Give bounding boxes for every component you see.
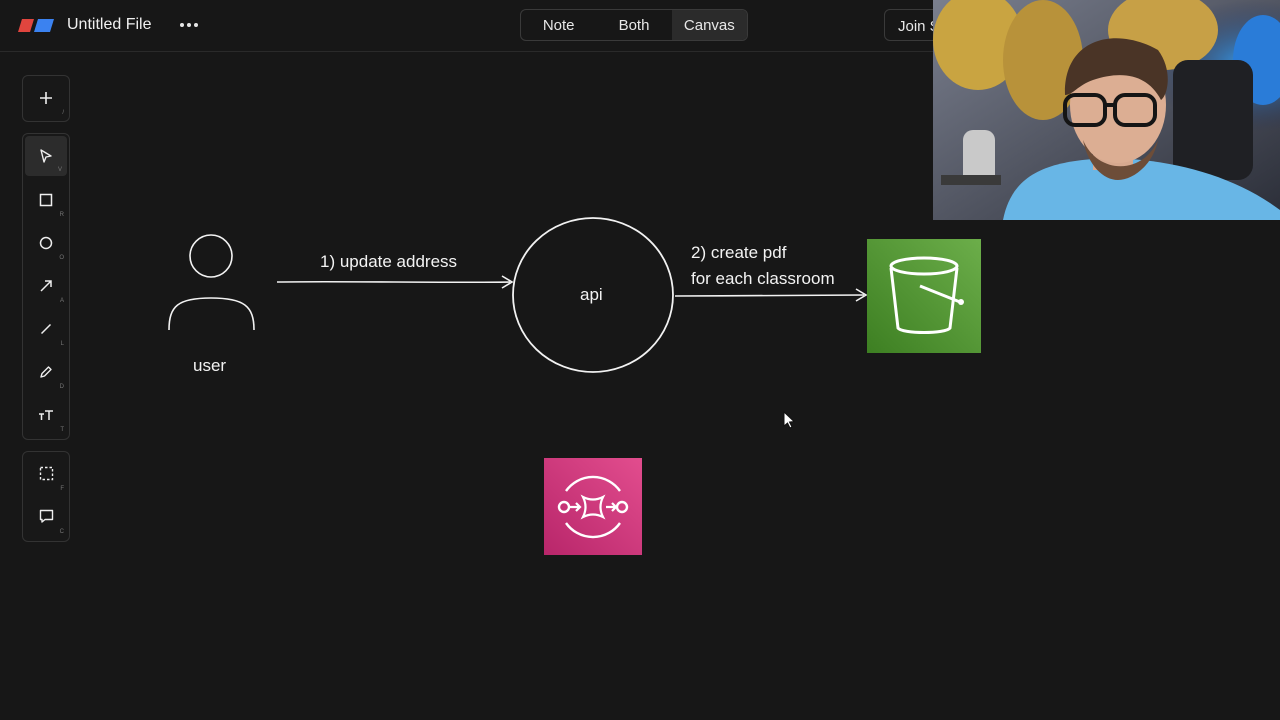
sqs-queue-icon[interactable] xyxy=(544,458,642,555)
s3-bucket-icon[interactable] xyxy=(867,239,981,353)
arrow1-label[interactable]: 1) update address xyxy=(320,249,457,275)
more-options-icon[interactable] xyxy=(178,14,200,36)
user-figure-icon[interactable] xyxy=(168,234,255,331)
arrow2-label-line2[interactable]: for each classroom xyxy=(691,266,835,292)
view-mode-both[interactable]: Both xyxy=(596,10,671,40)
view-mode-note[interactable]: Note xyxy=(521,10,596,40)
user-label[interactable]: user xyxy=(193,353,226,379)
api-label[interactable]: api xyxy=(580,282,603,308)
arrow-user-to-api[interactable] xyxy=(276,275,514,289)
view-mode-canvas[interactable]: Canvas xyxy=(671,10,747,40)
webcam-feed-icon xyxy=(933,0,1280,220)
webcam-overlay xyxy=(933,0,1280,220)
view-mode-switch: Note Both Canvas xyxy=(520,9,748,41)
mouse-cursor-icon xyxy=(783,410,796,429)
file-title[interactable]: Untitled File xyxy=(67,16,151,34)
app-logo[interactable] xyxy=(18,19,54,32)
arrow2-label-line1[interactable]: 2) create pdf xyxy=(691,240,786,266)
